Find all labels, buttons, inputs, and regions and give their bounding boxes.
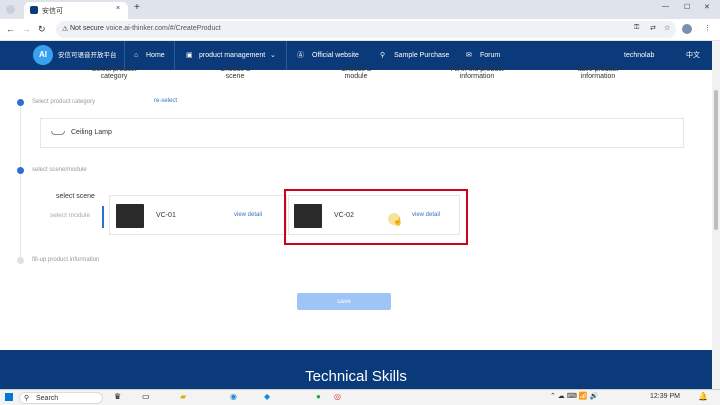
clock-time[interactable]: 12:39 PM [650, 393, 680, 400]
widgets-icon[interactable]: ♛ [114, 392, 121, 401]
browser-tab-strip: 安信可 × + — ☐ ✕ [0, 0, 720, 19]
category-card: Ceiling Lamp [40, 118, 684, 148]
highlight-box [284, 189, 468, 245]
footer-band: Technical Skills [0, 350, 712, 389]
system-tray-icons[interactable]: ⌃ ☁ ⌨ 📶 🔊 [550, 392, 598, 400]
profile-avatar[interactable] [682, 24, 692, 34]
reload-icon[interactable]: ↻ [38, 24, 46, 35]
taskbar-search-box[interactable]: ⚲ Search [19, 392, 103, 404]
browser-toolbar: ← → ↻ ⚠ Not secure voice.ai-thinker.com/… [0, 19, 720, 41]
ceiling-lamp-icon [51, 131, 65, 135]
module-card[interactable]: VC-01 view detail [109, 195, 287, 235]
select-category-label: Select product category [32, 99, 96, 105]
windows-start-icon[interactable] [5, 393, 13, 401]
edge-icon[interactable]: ◉ [230, 392, 237, 401]
task-view-icon[interactable]: ▭ [142, 392, 150, 401]
browser-tab[interactable]: 安信可 × [24, 2, 128, 19]
step-1: Select product category [91, 66, 137, 80]
step-3: Choose a module [341, 66, 371, 80]
reselect-link[interactable]: re-select [154, 98, 177, 104]
file-explorer-icon[interactable]: ▰ [180, 392, 186, 401]
footer-title: Technical Skills [305, 368, 407, 385]
timeline-dot-active [17, 99, 24, 106]
tab-select-scene[interactable]: select scene [56, 193, 95, 200]
tab-title: 安信可 [42, 8, 63, 15]
step-5: save product information [577, 66, 619, 80]
translate-icon[interactable]: ⇄ [650, 24, 656, 32]
view-detail-link[interactable]: view detail [234, 212, 262, 218]
timeline-line [20, 104, 21, 260]
step-2: Choose a scene [220, 66, 250, 80]
security-label[interactable]: Not secure [70, 25, 104, 32]
box-icon: ▣ [186, 52, 193, 59]
search-icon: ⚲ [24, 395, 30, 402]
ai-circle-icon: Ⓐ [297, 52, 304, 59]
taskbar-search-text: Search [36, 395, 59, 402]
close-window-icon[interactable]: ✕ [704, 3, 710, 11]
browser-menu-icon[interactable] [6, 5, 15, 14]
ai-logo-icon[interactable]: AI [33, 45, 53, 65]
address-bar[interactable]: ⚠ Not secure voice.ai-thinker.com/#/Crea… [56, 21, 676, 38]
back-icon[interactable]: ← [6, 24, 15, 34]
timeline-dot [17, 257, 24, 264]
category-value: Ceiling Lamp [71, 129, 112, 136]
notification-icon[interactable]: 🔔 [698, 392, 708, 401]
site-favicon-icon [30, 6, 38, 14]
select-scene-module-label: select scene/module [32, 167, 87, 173]
maximize-icon[interactable]: ☐ [684, 3, 690, 11]
whatsapp-icon[interactable]: ● [316, 392, 321, 401]
timeline-dot-active [17, 167, 24, 174]
password-key-icon[interactable]: ⚿ [634, 24, 639, 32]
language-switch[interactable]: 中文 [686, 41, 700, 70]
fillup-label: fill-up product information [32, 257, 100, 263]
module-chip-image [116, 204, 144, 228]
step-4: Fill in the product information [450, 66, 504, 80]
browser-menu-dots-icon[interactable]: ⋮ [704, 24, 711, 32]
url-text[interactable]: voice.ai-thinker.com/#/CreateProduct [106, 25, 221, 32]
vscode-icon[interactable]: ◆ [264, 392, 270, 401]
new-tab-button[interactable]: + [134, 2, 140, 13]
forward-icon[interactable]: → [22, 24, 31, 34]
scrollbar-thumb[interactable] [714, 90, 718, 230]
tab-select-module[interactable]: select module [50, 212, 90, 219]
nav-divider [286, 41, 287, 70]
tab-close-icon[interactable]: × [116, 5, 120, 12]
mouse-pointer-icon: ☝ [393, 217, 403, 226]
minimize-icon[interactable]: — [662, 3, 669, 10]
chrome-icon[interactable]: ◎ [334, 392, 341, 401]
save-button[interactable]: save [297, 293, 391, 310]
module-name: VC-01 [156, 212, 176, 219]
warning-icon: ⚠ [62, 26, 69, 33]
tab-active-indicator [102, 206, 104, 228]
bookmark-star-icon[interactable]: ☆ [664, 24, 670, 32]
windows-taskbar: ⚲ Search ♛ ▭ ▰ ◉ ◆ ● ◎ ⌃ ☁ ⌨ 📶 🔊 12:39 P… [0, 389, 720, 405]
nav-divider [174, 41, 175, 70]
